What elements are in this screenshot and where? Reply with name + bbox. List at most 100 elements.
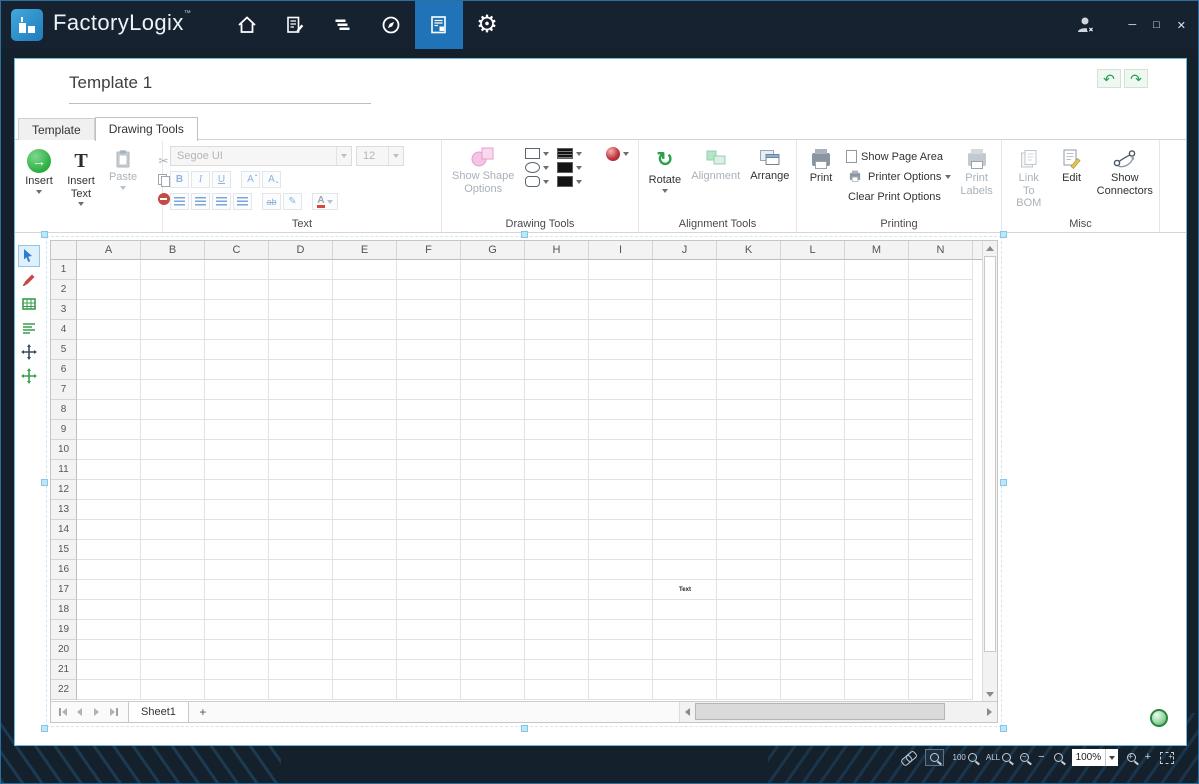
cell-K17[interactable] [717, 580, 781, 600]
cell-L8[interactable] [781, 400, 845, 420]
tab-template[interactable]: Template [18, 118, 95, 140]
cell-B5[interactable] [141, 340, 205, 360]
cell-K21[interactable] [717, 660, 781, 680]
cell-G8[interactable] [461, 400, 525, 420]
cell-C12[interactable] [205, 480, 269, 500]
cell-K20[interactable] [717, 640, 781, 660]
align-right-button[interactable] [212, 193, 231, 210]
cell-H2[interactable] [525, 280, 589, 300]
cell-A21[interactable] [77, 660, 141, 680]
cell-N17[interactable] [909, 580, 973, 600]
cell-N20[interactable] [909, 640, 973, 660]
link-to-bom-button[interactable]: Link ToBOM [1009, 147, 1049, 211]
fit-page-zoom-button[interactable]: + [1160, 752, 1174, 764]
cell-A7[interactable] [77, 380, 141, 400]
cell-E8[interactable] [333, 400, 397, 420]
show-page-area-button[interactable]: Show Page Area [846, 148, 951, 165]
cell-B1[interactable] [141, 260, 205, 280]
cell-B7[interactable] [141, 380, 205, 400]
cell-A17[interactable] [77, 580, 141, 600]
column-header-M[interactable]: M [845, 241, 909, 260]
cell-C16[interactable] [205, 560, 269, 580]
cell-B3[interactable] [141, 300, 205, 320]
cell-I6[interactable] [589, 360, 653, 380]
selection-handle-e[interactable] [1000, 479, 1007, 486]
cell-N6[interactable] [909, 360, 973, 380]
insert-button[interactable]: → Insert [22, 148, 56, 195]
cell-M7[interactable] [845, 380, 909, 400]
cell-H18[interactable] [525, 600, 589, 620]
cell-E16[interactable] [333, 560, 397, 580]
cell-N21[interactable] [909, 660, 973, 680]
cell-A18[interactable] [77, 600, 141, 620]
cell-K2[interactable] [717, 280, 781, 300]
cell-L3[interactable] [781, 300, 845, 320]
cell-F2[interactable] [397, 280, 461, 300]
cell-D20[interactable] [269, 640, 333, 660]
maximize-button[interactable]: □ [1153, 19, 1160, 31]
grid-tool-button[interactable] [18, 293, 40, 315]
cell-C1[interactable] [205, 260, 269, 280]
user-account-button[interactable] [1075, 16, 1097, 34]
cell-I3[interactable] [589, 300, 653, 320]
cell-M16[interactable] [845, 560, 909, 580]
cell-H15[interactable] [525, 540, 589, 560]
cell-F14[interactable] [397, 520, 461, 540]
cell-I13[interactable] [589, 500, 653, 520]
nav-materials-button[interactable] [319, 1, 367, 49]
cell-K7[interactable] [717, 380, 781, 400]
cell-L14[interactable] [781, 520, 845, 540]
cell-B10[interactable] [141, 440, 205, 460]
cell-F7[interactable] [397, 380, 461, 400]
cell-C8[interactable] [205, 400, 269, 420]
cell-A5[interactable] [77, 340, 141, 360]
cell-D5[interactable] [269, 340, 333, 360]
row-header-7[interactable]: 7 [51, 380, 77, 400]
cell-C22[interactable] [205, 680, 269, 700]
cell-F21[interactable] [397, 660, 461, 680]
cell-B16[interactable] [141, 560, 205, 580]
cell-L20[interactable] [781, 640, 845, 660]
cell-D4[interactable] [269, 320, 333, 340]
cell-H22[interactable] [525, 680, 589, 700]
cell-D9[interactable] [269, 420, 333, 440]
strikethrough-button[interactable]: ab [262, 193, 281, 210]
cell-D8[interactable] [269, 400, 333, 420]
column-header-K[interactable]: K [717, 241, 781, 260]
cell-F5[interactable] [397, 340, 461, 360]
position-tool-button[interactable] [18, 341, 40, 363]
cell-B20[interactable] [141, 640, 205, 660]
cell-I10[interactable] [589, 440, 653, 460]
cell-J8[interactable] [653, 400, 717, 420]
cell-N5[interactable] [909, 340, 973, 360]
cell-annotation[interactable]: Text [653, 580, 717, 600]
column-header-L[interactable]: L [781, 241, 845, 260]
cell-C3[interactable] [205, 300, 269, 320]
selection-handle-n[interactable] [521, 231, 528, 238]
selection-handle-w[interactable] [41, 479, 48, 486]
cell-E6[interactable] [333, 360, 397, 380]
cell-D10[interactable] [269, 440, 333, 460]
alignment-button[interactable]: Alignment [689, 147, 743, 184]
cell-E19[interactable] [333, 620, 397, 640]
cell-J19[interactable] [653, 620, 717, 640]
cell-E20[interactable] [333, 640, 397, 660]
cell-N7[interactable] [909, 380, 973, 400]
cell-M22[interactable] [845, 680, 909, 700]
scroll-up-button[interactable] [983, 241, 997, 255]
cell-F17[interactable] [397, 580, 461, 600]
row-header-4[interactable]: 4 [51, 320, 77, 340]
cell-N4[interactable] [909, 320, 973, 340]
cell-C17[interactable] [205, 580, 269, 600]
column-header-I[interactable]: I [589, 241, 653, 260]
cell-G4[interactable] [461, 320, 525, 340]
cell-J21[interactable] [653, 660, 717, 680]
cell-H11[interactable] [525, 460, 589, 480]
cell-F4[interactable] [397, 320, 461, 340]
cell-F9[interactable] [397, 420, 461, 440]
cell-H14[interactable] [525, 520, 589, 540]
cell-L16[interactable] [781, 560, 845, 580]
row-header-15[interactable]: 15 [51, 540, 77, 560]
cell-B22[interactable] [141, 680, 205, 700]
cell-H12[interactable] [525, 480, 589, 500]
